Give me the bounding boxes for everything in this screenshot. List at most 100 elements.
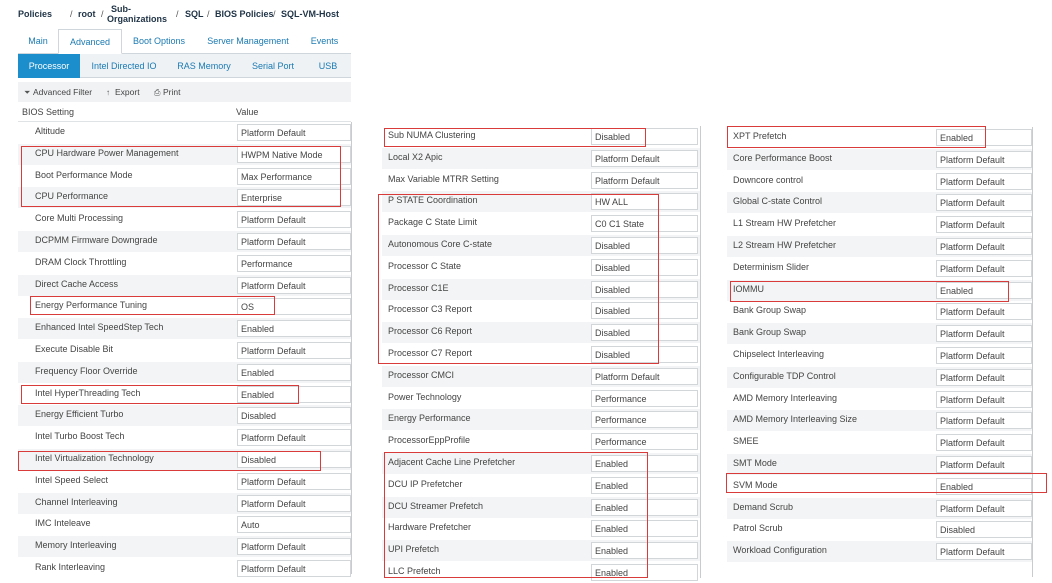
setting-value-dropdown[interactable]: Platform Default <box>237 124 351 141</box>
highlight-box <box>30 296 275 315</box>
breadcrumb-sub-organizations-line1[interactable]: Sub- <box>111 4 131 14</box>
setting-value-dropdown[interactable]: Platform Default <box>591 367 698 385</box>
setting-row: Intel Speed Select Platform Default <box>18 471 351 492</box>
setting-value-dropdown[interactable]: Platform Default <box>936 543 1032 561</box>
setting-row: Energy Performance Performance <box>382 409 700 431</box>
setting-value-dropdown[interactable]: Platform Default <box>237 429 351 447</box>
setting-label: Direct Cache Access <box>35 278 119 289</box>
breadcrumb-root[interactable]: root <box>78 9 96 19</box>
setting-value-dropdown[interactable]: Platform Default <box>936 390 1032 408</box>
setting-row: Global C-state Control Platform Default <box>727 192 1032 214</box>
setting-value-dropdown[interactable]: Platform Default <box>936 150 1032 168</box>
setting-label: Core Multi Processing <box>35 213 124 224</box>
setting-row: Determinism Slider Platform Default <box>727 258 1032 279</box>
highlight-box <box>730 281 1009 302</box>
table-header: BIOS Setting Value <box>18 103 351 122</box>
tab-server-management[interactable]: Server Management <box>198 29 298 54</box>
breadcrumb-sub-organizations-line2[interactable]: Organizations <box>107 14 167 24</box>
breadcrumb: Policies / root / Sub- Organizations / S… <box>18 4 358 28</box>
print-button[interactable]: ⎙ Print <box>154 82 180 102</box>
setting-label: Energy Performance <box>388 413 471 424</box>
setting-value-dropdown[interactable]: Platform Default <box>936 368 1032 386</box>
setting-value-dropdown[interactable]: Platform Default <box>237 211 351 229</box>
setting-value-dropdown[interactable]: Disabled <box>237 407 351 425</box>
setting-label: Global C-state Control <box>733 196 823 207</box>
setting-label: Workload Configuration <box>733 545 827 556</box>
setting-value-dropdown[interactable]: Platform Default <box>936 259 1032 277</box>
breadcrumb-sql[interactable]: SQL <box>185 9 204 19</box>
setting-value-dropdown[interactable]: Performance <box>591 411 698 429</box>
breadcrumb-separator: / <box>70 9 73 19</box>
setting-value-dropdown[interactable]: Enabled <box>237 320 351 338</box>
setting-value-dropdown[interactable]: Platform Default <box>591 171 698 189</box>
setting-value-dropdown[interactable]: Platform Default <box>936 216 1032 234</box>
setting-row: DRAM Clock Throttling Performance <box>18 253 351 274</box>
setting-value-dropdown[interactable]: Platform Default <box>936 456 1032 473</box>
setting-value-dropdown[interactable]: Performance <box>591 433 698 451</box>
setting-value-dropdown[interactable]: Platform Default <box>237 560 351 577</box>
subtab-processor[interactable]: Processor <box>18 54 80 78</box>
setting-row: Bank Group Swap Platform Default <box>727 301 1032 322</box>
setting-label: Rank Interleaving <box>35 562 106 572</box>
setting-value-dropdown[interactable]: Platform Default <box>936 303 1032 321</box>
setting-label: Local X2 Apic <box>388 151 443 162</box>
setting-row: Memory Interleaving Platform Default <box>18 536 351 558</box>
setting-value-dropdown[interactable]: Platform Default <box>237 276 351 294</box>
subtab-serial-port[interactable]: Serial Port <box>244 54 302 78</box>
breadcrumb-policies[interactable]: Policies <box>18 9 52 19</box>
setting-value-dropdown[interactable]: Performance <box>591 389 698 407</box>
setting-row: Configurable TDP Control Platform Default <box>727 366 1032 388</box>
upload-arrow-icon: ↑ <box>106 88 110 97</box>
setting-row: Processor CMCI Platform Default <box>382 365 700 387</box>
setting-label: IMC Inteleave <box>35 518 91 529</box>
subtab-usb[interactable]: USB <box>308 54 348 78</box>
setting-label: Energy Efficient Turbo <box>35 409 124 420</box>
setting-label: L2 Stream HW Prefetcher <box>733 240 837 250</box>
setting-value-dropdown[interactable]: Platform Default <box>237 342 351 359</box>
setting-label: Max Variable MTRR Setting <box>388 173 499 184</box>
export-button[interactable]: ↑ Export <box>106 82 140 102</box>
setting-value-dropdown[interactable]: Platform Default <box>237 472 351 490</box>
setting-value-dropdown[interactable]: Platform Default <box>936 434 1032 452</box>
setting-value-dropdown[interactable]: Platform Default <box>936 347 1032 364</box>
setting-value-dropdown[interactable]: Platform Default <box>936 325 1032 343</box>
setting-value-dropdown[interactable]: Disabled <box>936 521 1032 539</box>
panel-divider <box>700 126 701 578</box>
setting-row: Core Multi Processing Platform Default <box>18 209 351 230</box>
setting-value-dropdown[interactable]: Auto <box>237 516 351 534</box>
settings-panel-3: XPT Prefetch Enabled Core Performance Boos… <box>727 127 1032 579</box>
subtab-intel-directed-io[interactable]: Intel Directed IO <box>84 54 164 78</box>
setting-label: Power Technology <box>388 391 462 402</box>
setting-value-dropdown[interactable]: Platform Default <box>936 194 1032 212</box>
setting-label: Bank Group Swap <box>733 327 807 338</box>
setting-value-dropdown[interactable]: Platform Default <box>936 499 1032 517</box>
setting-value-dropdown[interactable]: Platform Default <box>237 494 351 512</box>
tab-main[interactable]: Main <box>18 29 58 54</box>
advanced-filter-button[interactable]: ⏷ Advanced Filter <box>24 82 92 102</box>
setting-label: Demand Scrub <box>733 501 794 512</box>
setting-row: SMEE Platform Default <box>727 432 1032 453</box>
tab-boot-options[interactable]: Boot Options <box>124 29 194 54</box>
setting-row: AMD Memory Interleaving Platform Default <box>727 389 1032 410</box>
setting-value-dropdown[interactable]: Platform Default <box>936 238 1032 255</box>
column-header-bios-setting[interactable]: BIOS Setting <box>22 107 74 117</box>
setting-row: Altitude Platform Default <box>18 122 351 143</box>
setting-value-dropdown[interactable]: Enabled <box>237 363 351 381</box>
setting-value-dropdown[interactable]: Platform Default <box>936 172 1032 190</box>
column-header-value[interactable]: Value <box>236 107 258 117</box>
tab-advanced[interactable]: Advanced <box>58 29 122 54</box>
subtab-ras-memory[interactable]: RAS Memory <box>170 54 238 78</box>
setting-label: Altitude <box>35 126 66 136</box>
highlight-box <box>378 194 659 364</box>
setting-row: DCPMM Firmware Downgrade Platform Default <box>18 231 351 252</box>
setting-value-dropdown[interactable]: Platform Default <box>591 149 698 167</box>
setting-value-dropdown[interactable]: Platform Default <box>237 233 351 250</box>
setting-value-dropdown[interactable]: Platform Default <box>936 412 1032 430</box>
sub-tab-bar: Processor Intel Directed IO RAS Memory S… <box>18 54 351 78</box>
breadcrumb-bios-policies[interactable]: BIOS Policies <box>215 9 274 19</box>
tab-events[interactable]: Events <box>302 29 347 54</box>
setting-value-dropdown[interactable]: Performance <box>237 254 351 272</box>
setting-value-dropdown[interactable]: Platform Default <box>237 538 351 556</box>
breadcrumb-separator: / <box>101 9 104 19</box>
setting-row: Demand Scrub Platform Default <box>727 497 1032 519</box>
